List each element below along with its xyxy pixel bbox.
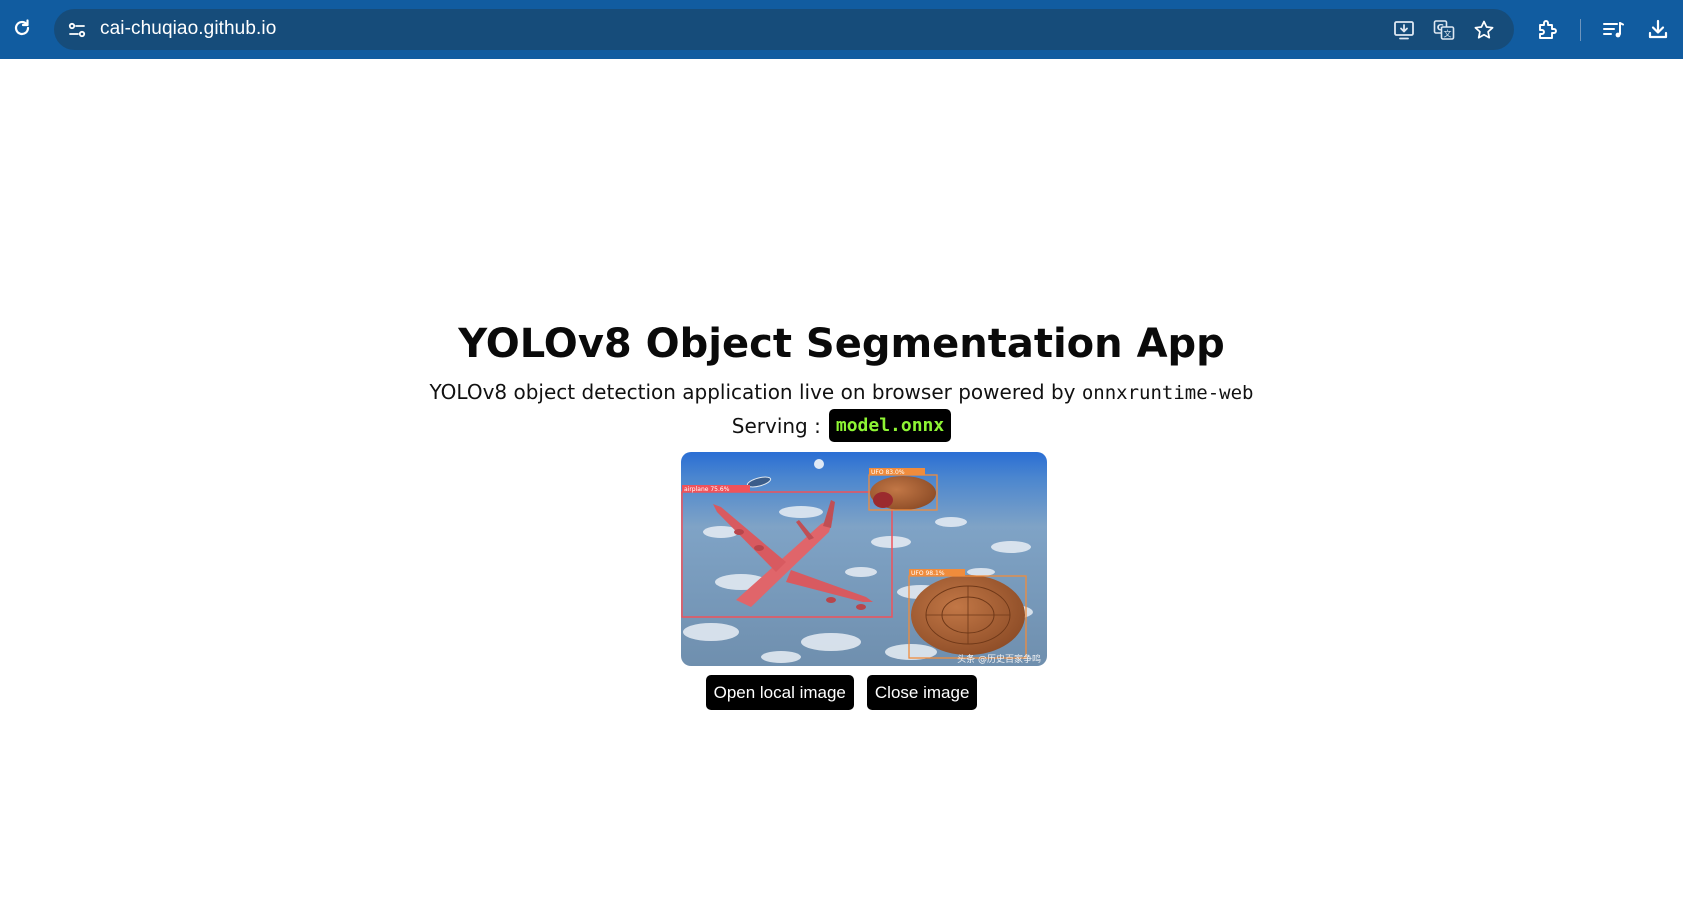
ufo-overlap: [873, 492, 893, 508]
ufo-bottom-label: UFO 98.1%: [911, 570, 945, 577]
address-bar[interactable]: cai-chuqiao.github.io G 文: [54, 9, 1514, 50]
translate-icon[interactable]: G 文: [1432, 18, 1456, 42]
moon: [814, 459, 824, 469]
open-local-image-button[interactable]: Open local image: [705, 675, 854, 710]
model-name-badge: model.onnx: [828, 409, 952, 442]
page-content: YOLOv8 Object Segmentation App YOLOv8 ob…: [0, 59, 1683, 903]
airplane-label: airplane 75.6%: [684, 486, 730, 493]
serving-label: Serving :: [731, 413, 821, 438]
svg-text:文: 文: [1444, 29, 1452, 39]
toolbar-divider: [1580, 19, 1581, 41]
segmentation-result-image: airplane 75.6% UFO 83.0% UFO 98.1% 头条 @历…: [681, 452, 1047, 666]
watermark-text: 头条 @历史百家争鸣: [957, 653, 1041, 665]
ufo-top-label: UFO 83.0%: [871, 469, 905, 476]
subtitle-code: onnxruntime-web: [1081, 382, 1254, 404]
serving-line: Serving : model.onnx: [0, 409, 1683, 442]
extensions-icon[interactable]: [1535, 17, 1561, 43]
browser-toolbar: cai-chuqiao.github.io G 文: [0, 0, 1683, 59]
button-row: Open local image Close image: [0, 675, 1683, 710]
install-app-icon[interactable]: [1392, 18, 1416, 42]
result-canvas: airplane 75.6% UFO 83.0% UFO 98.1% 头条 @历…: [681, 452, 1047, 666]
close-image-button[interactable]: Close image: [866, 675, 978, 710]
bookmark-star-icon[interactable]: [1472, 18, 1496, 42]
subtitle-text: YOLOv8 object detection application live…: [429, 380, 1076, 404]
page-subtitle: YOLOv8 object detection application live…: [0, 380, 1683, 404]
reading-list-icon[interactable]: [1600, 17, 1626, 43]
site-info-icon[interactable]: [66, 19, 88, 41]
url-text[interactable]: cai-chuqiao.github.io: [100, 18, 276, 40]
download-icon[interactable]: [1645, 17, 1671, 43]
reload-icon[interactable]: [11, 17, 33, 39]
ufo-bottom-segment: [911, 575, 1025, 655]
page-title: YOLOv8 Object Segmentation App: [458, 321, 1225, 367]
